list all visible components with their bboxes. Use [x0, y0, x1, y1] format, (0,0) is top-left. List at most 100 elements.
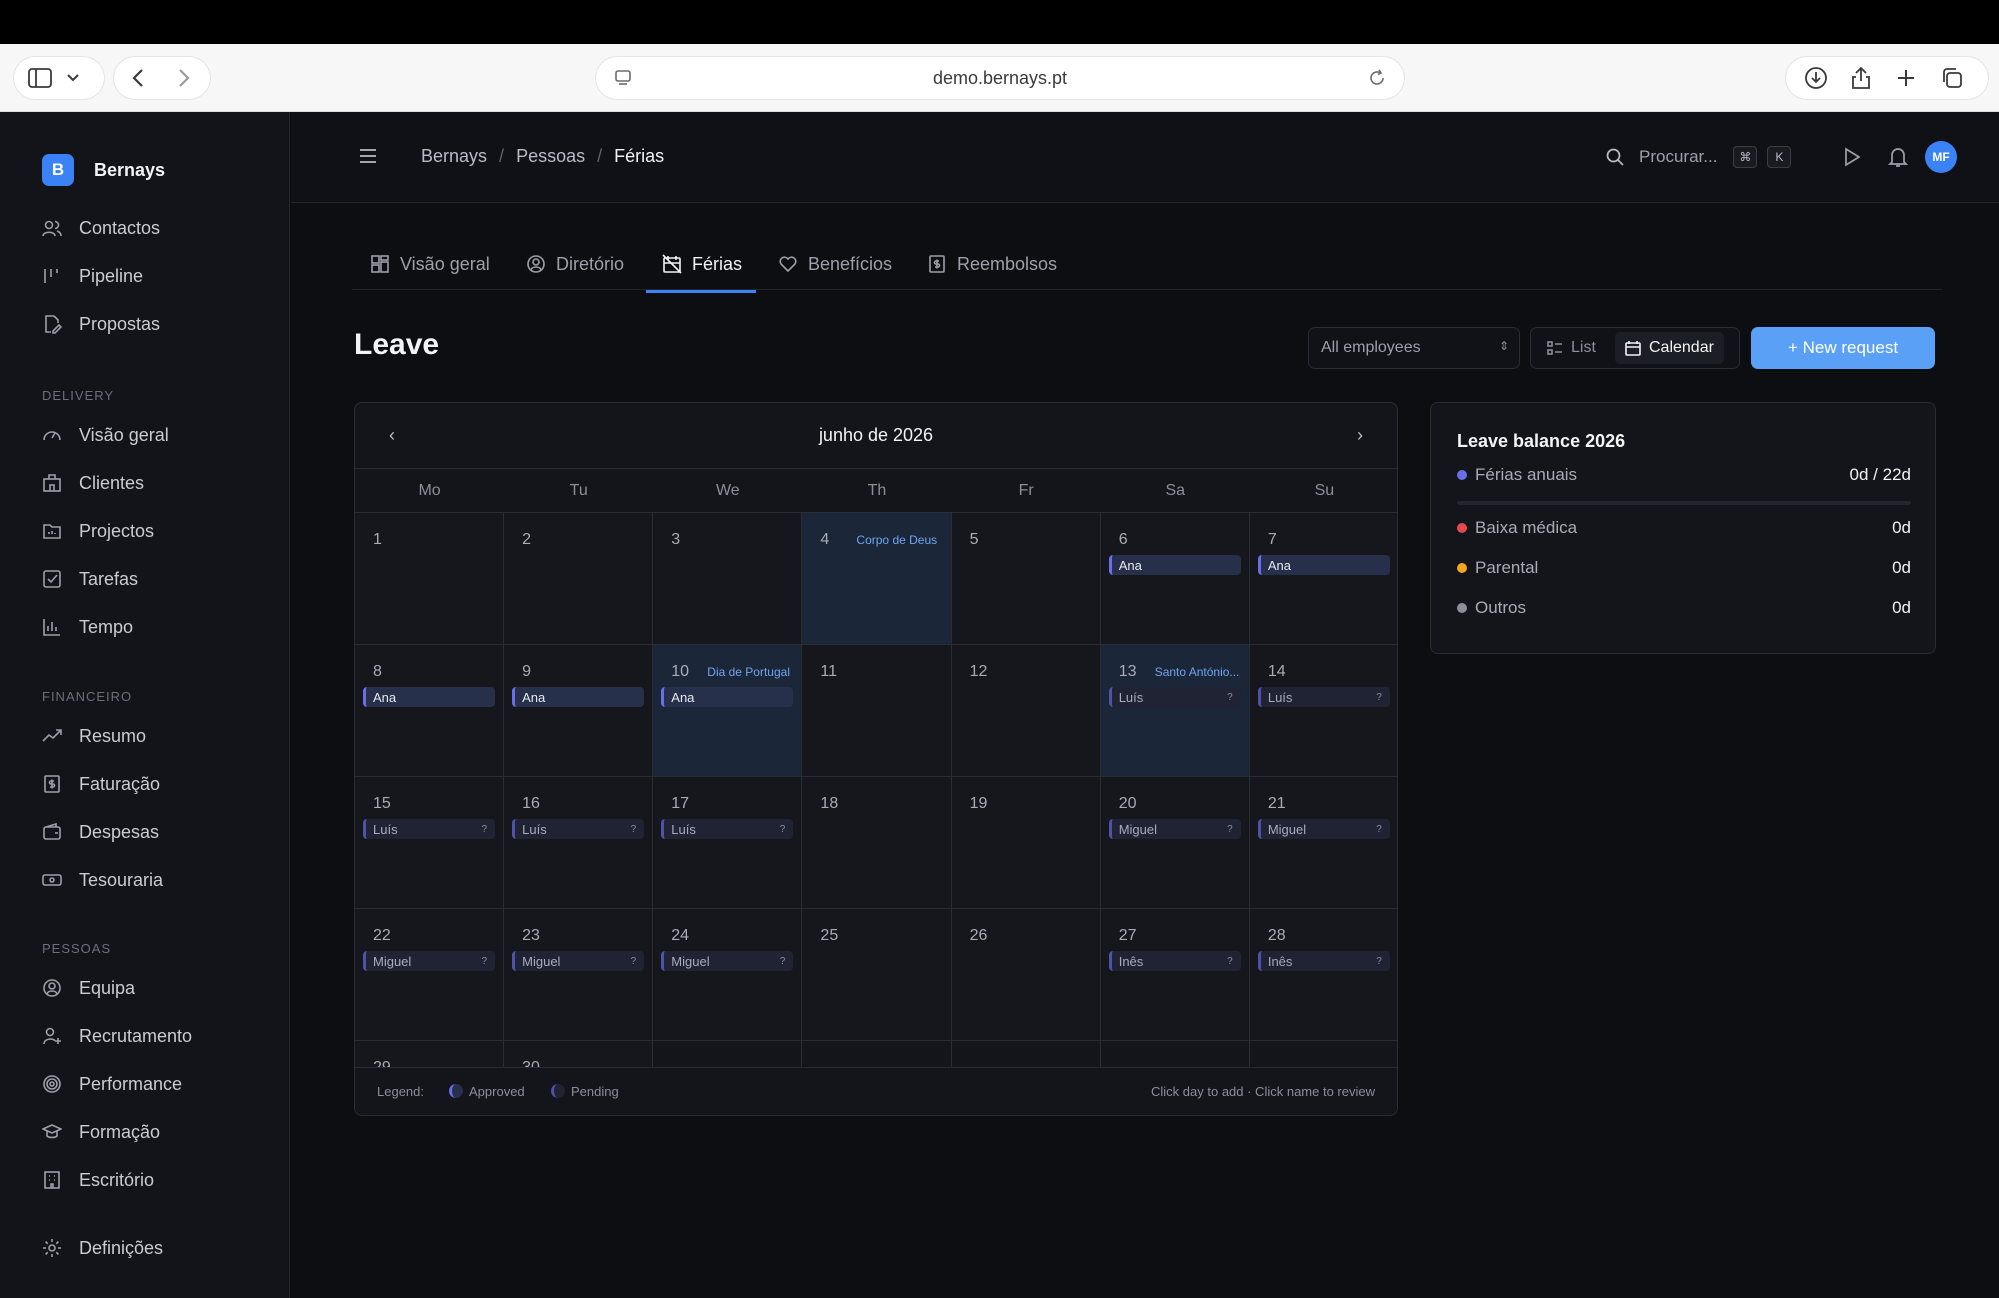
employee-filter-select[interactable]: All employees ⇕: [1308, 327, 1520, 369]
search-trigger[interactable]: Procurar... ⌘ K: [1605, 146, 1792, 168]
play-icon[interactable]: [1841, 145, 1863, 169]
sidebar-item-formacao[interactable]: Formação: [42, 1117, 160, 1147]
calendar-day-cell[interactable]: 14 Luís?: [1249, 645, 1397, 777]
tab-diretorio[interactable]: Diretório: [526, 248, 624, 280]
calendar-day-cell[interactable]: 26: [951, 909, 1101, 1041]
menu-icon[interactable]: [357, 146, 379, 166]
leave-entry-approved[interactable]: Ana: [1108, 555, 1241, 575]
calendar-day-cell[interactable]: 12: [951, 645, 1101, 777]
calendar-day-cell[interactable]: 25: [802, 909, 952, 1041]
calendar-day-cell[interactable]: 15 Luís?: [355, 777, 505, 909]
tabs-overview-icon[interactable]: [1940, 66, 1964, 90]
sidebar-item-recrutamento[interactable]: Recrutamento: [42, 1021, 192, 1051]
leave-entry-approved[interactable]: Ana: [512, 687, 645, 707]
reload-icon[interactable]: [1368, 69, 1386, 87]
calendar-day-cell[interactable]: 1: [355, 513, 505, 645]
leave-entry-pending[interactable]: Luís?: [1108, 687, 1241, 707]
weekday-label: Mo: [418, 482, 441, 499]
calendar-day-cell[interactable]: 23 Miguel?: [504, 909, 654, 1041]
calendar-day-cell[interactable]: 9 Ana: [504, 645, 654, 777]
calendar-day-cell[interactable]: 27 Inês?: [1100, 909, 1250, 1041]
calendar-day-cell[interactable]: 20 Miguel?: [1100, 777, 1250, 909]
leave-entry-pending[interactable]: Luís?: [661, 819, 794, 839]
sidebar-item-visao-geral[interactable]: Visão geral: [42, 420, 169, 450]
leave-entry-pending[interactable]: Inês?: [1108, 951, 1241, 971]
forward-icon[interactable]: [178, 68, 190, 88]
sidebar-item-clientes[interactable]: Clientes: [42, 468, 144, 498]
legend-approved-label: Approved: [469, 1084, 525, 1099]
calendar-day-cell[interactable]: 16 Luís?: [504, 777, 654, 909]
leave-entry-approved[interactable]: Ana: [363, 687, 495, 707]
back-icon[interactable]: [132, 68, 144, 88]
calendar-day-cell[interactable]: 13 Santo António... Luís?: [1100, 645, 1250, 777]
calendar-day-cell[interactable]: 17 Luís?: [653, 777, 803, 909]
calendar-day-cell[interactable]: 18: [802, 777, 952, 909]
download-icon[interactable]: [1804, 66, 1828, 90]
leave-entry-pending[interactable]: Inês?: [1257, 951, 1390, 971]
calendar-day-cell[interactable]: 19: [951, 777, 1101, 909]
avatar[interactable]: MF: [1925, 141, 1957, 173]
calendar-day-cell[interactable]: 2: [504, 513, 654, 645]
page-menu-icon[interactable]: [614, 69, 632, 87]
list-view-button[interactable]: List: [1537, 332, 1606, 364]
new-request-button[interactable]: + New request: [1751, 327, 1935, 369]
balance-row-parental: Parental 0d: [1457, 556, 1911, 580]
calendar-view-button[interactable]: Calendar: [1615, 332, 1724, 364]
chevron-down-icon[interactable]: [66, 73, 80, 83]
calendar-day-cell[interactable]: 10 Dia de Portugal Ana: [653, 645, 803, 777]
leave-entry-pending[interactable]: Miguel?: [363, 951, 495, 971]
tab-reembolsos[interactable]: Reembolsos: [927, 248, 1057, 280]
tab-ferias[interactable]: Férias: [662, 248, 742, 280]
day-number: 24: [671, 927, 690, 944]
sidebar-toggle-group[interactable]: [14, 57, 104, 99]
breadcrumb-bernays[interactable]: Bernays: [421, 146, 487, 167]
calendar-day-cell[interactable]: 22 Miguel?: [355, 909, 505, 1041]
sidebar-item-definicoes[interactable]: Definições: [42, 1233, 163, 1263]
calendar-day-cell[interactable]: 5: [951, 513, 1101, 645]
calendar-day-cell[interactable]: 24 Miguel?: [653, 909, 803, 1041]
brand[interactable]: B Bernays: [42, 154, 165, 186]
sidebar-item-propostas[interactable]: Propostas: [42, 309, 160, 339]
leave-entry-pending[interactable]: Luís?: [512, 819, 645, 839]
leave-entry-pending[interactable]: Miguel?: [661, 951, 794, 971]
sidebar-item-performance[interactable]: Performance: [42, 1069, 182, 1099]
sidebar-item-equipa[interactable]: Equipa: [42, 973, 135, 1003]
calendar-day-cell[interactable]: 11: [802, 645, 952, 777]
heart-icon: [779, 256, 797, 273]
share-icon[interactable]: [1850, 66, 1872, 90]
leave-entry-pending[interactable]: Luís?: [363, 819, 495, 839]
calendar-day-cell[interactable]: 28 Inês?: [1249, 909, 1397, 1041]
leave-entry-pending[interactable]: Miguel?: [1108, 819, 1241, 839]
leave-entry-pending[interactable]: Miguel?: [512, 951, 645, 971]
leave-entry-approved[interactable]: Ana: [661, 687, 794, 707]
calendar-day-cell[interactable]: 21 Miguel?: [1249, 777, 1397, 909]
sidebar-item-pipeline[interactable]: Pipeline: [42, 261, 143, 291]
users-icon: [42, 220, 62, 237]
tab-beneficios[interactable]: Benefícios: [778, 248, 892, 280]
sidebar-item-tesouraria[interactable]: Tesouraria: [42, 865, 163, 895]
leave-entry-approved[interactable]: Ana: [1257, 555, 1390, 575]
leave-entry-pending[interactable]: Miguel?: [1257, 819, 1390, 839]
sidebar-item-resumo[interactable]: Resumo: [42, 721, 146, 751]
leave-entry-name: Inês: [1267, 953, 1293, 969]
sidebar-item-tarefas[interactable]: Tarefas: [42, 564, 138, 594]
new-tab-icon[interactable]: [1896, 68, 1916, 88]
address-bar[interactable]: demo.bernays.pt: [596, 57, 1404, 99]
sidebar-item-escritorio[interactable]: Escritório: [42, 1165, 154, 1195]
bell-icon[interactable]: [1887, 145, 1909, 169]
leave-entry-pending[interactable]: Luís?: [1257, 687, 1390, 707]
breadcrumb-pessoas[interactable]: Pessoas: [516, 146, 585, 167]
calendar-day-cell[interactable]: 7 Ana: [1249, 513, 1397, 645]
calendar-day-cell[interactable]: 8 Ana: [355, 645, 505, 777]
calendar-day-cell[interactable]: 6 Ana: [1100, 513, 1250, 645]
sidebar-item-faturacao[interactable]: Faturação: [42, 769, 160, 799]
next-month-button[interactable]: ›: [1357, 425, 1363, 446]
calendar-day-cell[interactable]: 3: [653, 513, 803, 645]
sidebar-item-tempo[interactable]: Tempo: [42, 612, 133, 642]
calendar-day-cell[interactable]: 4 Corpo de Deus: [802, 513, 952, 645]
sidebar-item-despesas[interactable]: Despesas: [42, 817, 159, 847]
sidebar-icon[interactable]: [28, 68, 52, 88]
sidebar-item-projectos[interactable]: Projectos: [42, 516, 154, 546]
sidebar-item-contactos[interactable]: Contactos: [42, 213, 160, 243]
tab-visao-geral[interactable]: Visão geral: [370, 248, 490, 280]
